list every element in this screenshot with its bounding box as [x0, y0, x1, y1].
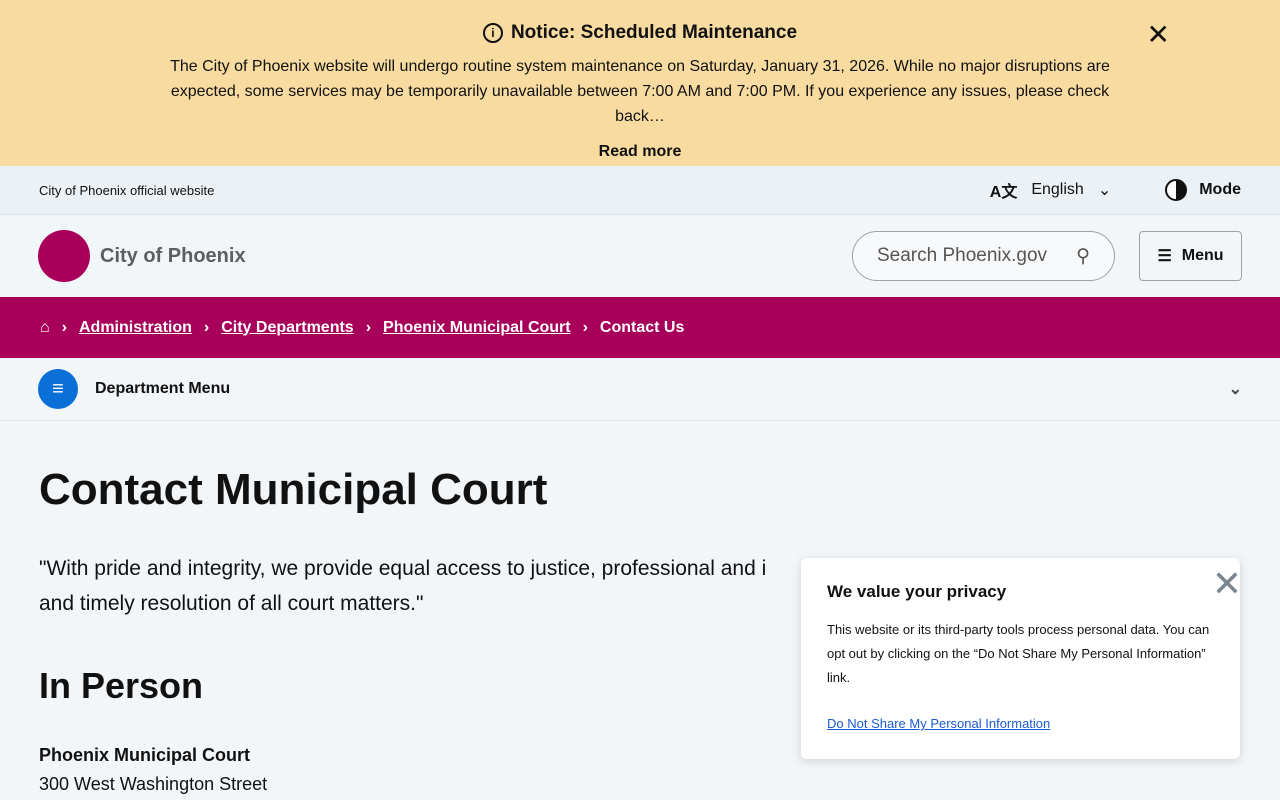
search-icon[interactable]: ⚲	[1076, 245, 1090, 268]
close-notice-icon[interactable]: ✕	[1147, 18, 1170, 51]
privacy-title: We value your privacy	[827, 582, 1007, 601]
page-title: Contact Municipal Court	[39, 465, 548, 514]
maintenance-notice: i Notice: Scheduled Maintenance The City …	[0, 0, 1280, 166]
mode-toggle[interactable]: Mode	[1165, 179, 1241, 201]
search-placeholder: Search Phoenix.gov	[877, 245, 1048, 266]
privacy-dialog: ✕ We value your privacy This website or …	[801, 558, 1242, 759]
do-not-share-link[interactable]: Do Not Share My Personal Information	[827, 712, 1214, 736]
home-icon[interactable]: ⌂	[40, 319, 50, 337]
notice-title: Notice: Scheduled Maintenance	[510, 22, 798, 43]
chevron-down-icon[interactable]: ⌄	[1229, 379, 1242, 399]
breadcrumb-administration[interactable]: Administration	[79, 319, 192, 337]
site-header: City of Phoenix Search Phoenix.gov ⚲ ☰ Men…	[0, 215, 1280, 297]
menu-label: Menu	[1181, 247, 1224, 264]
official-site-label: City of Phoenix official website	[39, 182, 215, 198]
hamburger-icon: ≡	[38, 369, 78, 409]
breadcrumb: ⌂ › Administration › City Departments › Pho…	[0, 297, 1280, 358]
phoenix-logo-icon[interactable]	[38, 230, 90, 282]
chevron-down-icon[interactable]: ⌄	[1098, 180, 1111, 200]
brand-name[interactable]: City of Phoenix	[100, 245, 246, 268]
contrast-icon	[1165, 179, 1188, 201]
department-menu-toggle[interactable]: ≡ Department Menu ⌄	[0, 358, 1280, 421]
breadcrumb-current: Contact Us	[599, 318, 685, 336]
info-icon: i	[482, 23, 503, 43]
menu-button[interactable]: ☰ Menu	[1139, 231, 1242, 281]
hamburger-icon: ☰	[1157, 248, 1172, 265]
close-icon[interactable]: ✕	[1212, 566, 1242, 602]
utility-bar: City of Phoenix official website A文 Engl…	[0, 166, 1280, 215]
read-more-link[interactable]: Read more	[0, 143, 1280, 161]
breadcrumb-municipal-court[interactable]: Phoenix Municipal Court	[383, 319, 571, 337]
language-select[interactable]: English	[1031, 181, 1083, 199]
privacy-body: This website or its third-party tools pr…	[827, 622, 1210, 685]
search-input[interactable]: Search Phoenix.gov ⚲	[852, 231, 1115, 281]
mode-label: Mode	[1199, 181, 1241, 198]
notice-body: The City of Phoenix website will undergo…	[170, 58, 1110, 125]
department-menu-label: Department Menu	[95, 380, 231, 397]
translate-icon: A文	[989, 184, 1018, 201]
breadcrumb-city-departments[interactable]: City Departments	[221, 319, 353, 337]
